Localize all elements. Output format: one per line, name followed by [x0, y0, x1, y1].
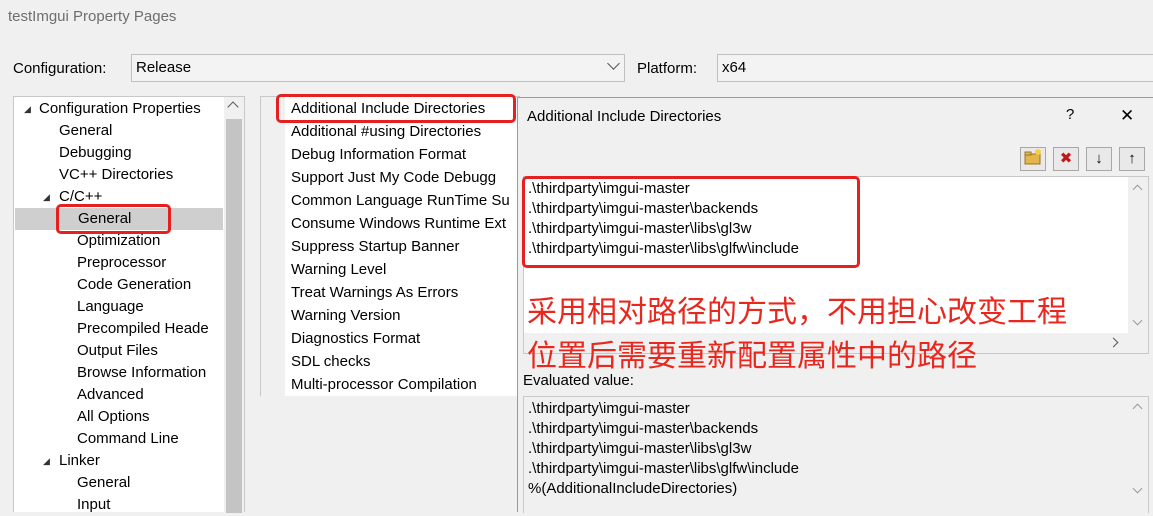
tree-item-debugging[interactable]: Debugging — [59, 142, 132, 164]
delete-icon: ✖ — [1059, 150, 1073, 167]
category-tree[interactable]: ◢ Configuration Properties General Debug… — [13, 96, 245, 513]
evaluated-line: .\thirdparty\imgui-master\libs\glfw\incl… — [528, 460, 799, 477]
collapse-arrow-icon[interactable]: ◢ — [24, 104, 31, 115]
move-down-button[interactable]: ↓ — [1086, 147, 1112, 171]
highlight-box-directories — [522, 176, 860, 268]
evaluated-line: .\thirdparty\imgui-master — [528, 400, 690, 417]
collapse-arrow-icon[interactable]: ◢ — [43, 192, 50, 203]
collapse-arrow-icon[interactable]: ◢ — [43, 456, 50, 467]
additional-include-directories-dialog: Additional Include Directories ? ✕ ✖ ↓ ↑… — [517, 97, 1153, 513]
evaluated-value-label: Evaluated value: — [523, 372, 634, 389]
platform-dropdown[interactable]: x64 — [717, 54, 1153, 82]
property-debug-information-format[interactable]: Debug Information Format — [281, 143, 466, 166]
close-button[interactable]: ✕ — [1120, 106, 1134, 126]
tree-item-preprocessor[interactable]: Preprocessor — [77, 252, 166, 274]
scroll-up-icon[interactable] — [227, 101, 239, 113]
tree-item-all-options[interactable]: All Options — [77, 406, 150, 428]
tree-item-precompiled-headers[interactable]: Precompiled Heade — [77, 318, 223, 340]
scroll-up-icon[interactable] — [1132, 403, 1143, 414]
new-line-button[interactable] — [1020, 147, 1046, 171]
tree-item-general[interactable]: General — [59, 120, 112, 142]
tree-item-advanced[interactable]: Advanced — [77, 384, 144, 406]
annotation-line-1: 采用相对路径的方式，不用担心改变工程 — [527, 295, 1067, 330]
tree-item-command-line[interactable]: Command Line — [77, 428, 179, 450]
property-additional-using-directories[interactable]: Additional #using Directories — [281, 120, 481, 143]
property-warning-version[interactable]: Warning Version — [281, 304, 401, 327]
property-diagnostics-format[interactable]: Diagnostics Format — [281, 327, 420, 350]
evaluated-line: %(AdditionalIncludeDirectories) — [528, 480, 738, 497]
evaluated-value-box[interactable]: .\thirdparty\imgui-master .\thirdparty\i… — [523, 396, 1149, 513]
highlight-box-additional-include — [276, 94, 516, 123]
arrow-down-icon: ↓ — [1095, 150, 1103, 167]
property-common-language-runtime[interactable]: Common Language RunTime Su — [281, 189, 510, 212]
tree-item-linker-general[interactable]: General — [77, 472, 130, 494]
tree-item-browse-information[interactable]: Browse Information — [77, 362, 206, 384]
chevron-down-icon — [607, 57, 620, 70]
move-up-button[interactable]: ↑ — [1119, 147, 1145, 171]
new-folder-icon — [1024, 149, 1041, 165]
property-multi-processor-compilation[interactable]: Multi-processor Compilation — [281, 373, 477, 396]
property-consume-windows-runtime[interactable]: Consume Windows Runtime Ext — [281, 212, 506, 235]
platform-value: x64 — [722, 59, 747, 76]
delete-line-button[interactable]: ✖ — [1053, 147, 1079, 171]
scroll-up-icon[interactable] — [1132, 184, 1143, 195]
highlight-box-general — [56, 204, 171, 234]
property-sdl-checks[interactable]: SDL checks — [281, 350, 370, 373]
property-suppress-startup-banner[interactable]: Suppress Startup Banner — [281, 235, 459, 258]
tree-item-vc-directories[interactable]: VC++ Directories — [59, 164, 173, 186]
dialog-title: Additional Include Directories — [527, 108, 722, 125]
property-treat-warnings-as-errors[interactable]: Treat Warnings As Errors — [281, 281, 458, 304]
annotation-line-2: 位置后需要重新配置属性中的路径 — [527, 339, 977, 374]
scroll-down-icon[interactable] — [1132, 483, 1143, 494]
evaluated-line: .\thirdparty\imgui-master\libs\gl3w — [528, 440, 752, 457]
tree-item-linker[interactable]: Linker — [59, 450, 100, 472]
tree-scrollbar[interactable] — [224, 97, 244, 513]
evaluated-line: .\thirdparty\imgui-master\backends — [528, 420, 759, 437]
platform-label: Platform: — [637, 60, 698, 77]
tree-item-code-generation[interactable]: Code Generation — [77, 274, 191, 296]
scroll-down-icon[interactable] — [1132, 315, 1143, 326]
property-support-just-my-code[interactable]: Support Just My Code Debugg — [281, 166, 496, 189]
tree-item-configuration-properties[interactable]: Configuration Properties — [39, 98, 201, 120]
scrollbar-thumb[interactable] — [226, 119, 242, 513]
configuration-label: Configuration: — [13, 60, 107, 77]
scroll-right-icon[interactable] — [1108, 337, 1119, 348]
configuration-dropdown[interactable]: Release — [131, 54, 625, 82]
tree-item-linker-input[interactable]: Input — [77, 494, 110, 516]
property-warning-level[interactable]: Warning Level — [281, 258, 386, 281]
arrow-up-icon: ↑ — [1128, 150, 1136, 167]
tree-item-language[interactable]: Language — [77, 296, 144, 318]
property-list[interactable]: Additional Include Directories Additiona… — [260, 96, 520, 397]
window-title: testImgui Property Pages — [8, 8, 177, 25]
edit-scrollbar[interactable] — [1128, 177, 1148, 333]
help-button[interactable]: ? — [1066, 106, 1074, 123]
tree-item-output-files[interactable]: Output Files — [77, 340, 158, 362]
configuration-value: Release — [136, 59, 192, 76]
